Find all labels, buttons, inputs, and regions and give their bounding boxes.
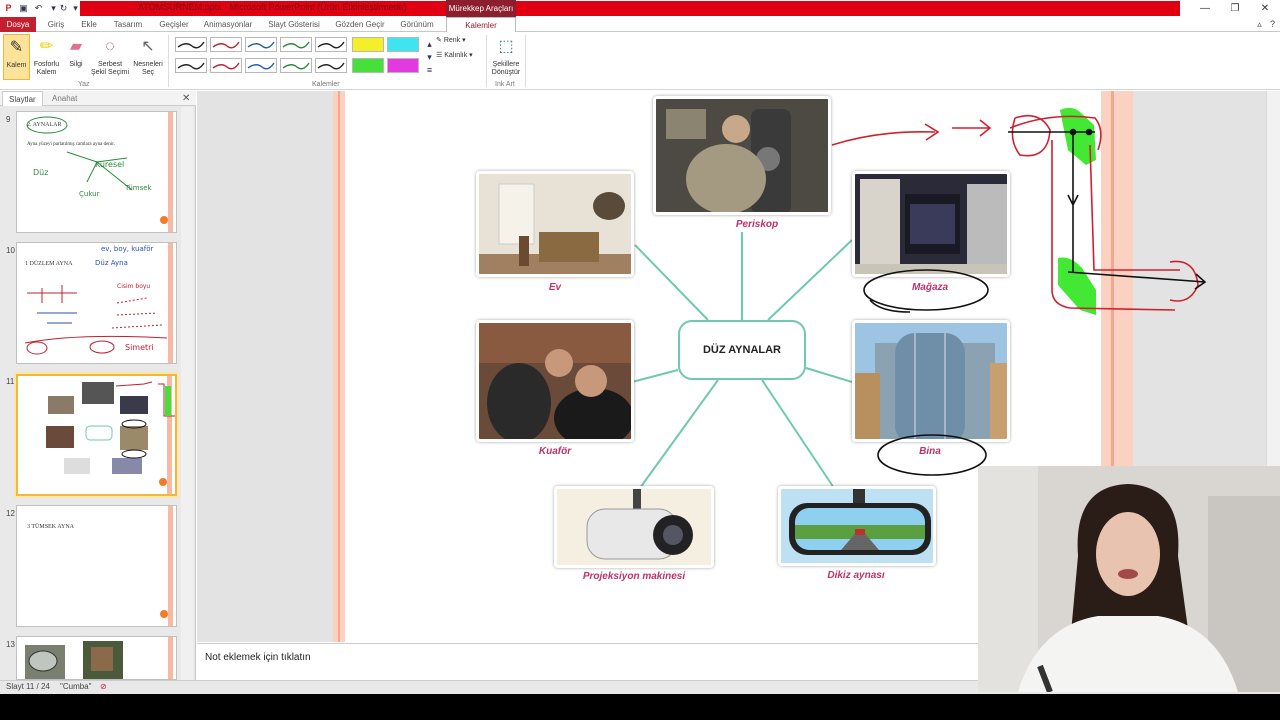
presenter-video	[978, 466, 1280, 692]
caption-store: Mağaza	[911, 282, 949, 293]
home-image	[476, 171, 634, 277]
periscope-photo	[656, 99, 828, 212]
powerpoint-window: P ▣ ↶ ▾ ↻ ▾ ATOMSURNEM.pptx - Microsoft …	[0, 0, 1280, 720]
store-photo	[855, 174, 1007, 274]
notes-placeholder: Not eklemek için tıklatın	[205, 652, 311, 663]
caption-barber: Kuaför	[538, 446, 572, 457]
spellcheck-icon[interactable]: ⊘	[100, 682, 107, 691]
caption-periscope: Periskop	[735, 219, 779, 230]
projector-photo	[557, 489, 711, 565]
slide-counter: Slayt 11 / 24	[6, 682, 50, 691]
barber-photo	[479, 323, 631, 439]
home-photo	[479, 174, 631, 274]
caption-building: Bina	[919, 446, 941, 457]
rearview-mirror-photo	[781, 489, 933, 563]
theme-name: "Cumba"	[60, 682, 92, 691]
caption-projector: Projeksiyon makinesi	[582, 571, 686, 582]
rearview-mirror-image	[778, 486, 936, 566]
mindmap-center-title: DÜZ AYNALAR	[678, 320, 806, 380]
projector-image	[554, 486, 714, 568]
video-letterbox-bar	[0, 694, 1280, 720]
caption-rearview-mirror: Dikiz aynası	[827, 570, 885, 581]
building-image	[852, 320, 1010, 442]
barber-image	[476, 320, 634, 442]
webcam-overlay	[978, 466, 1280, 692]
periscope-image	[653, 96, 831, 215]
caption-home: Ev	[548, 282, 562, 293]
building-photo	[855, 323, 1007, 439]
store-image	[852, 171, 1010, 277]
